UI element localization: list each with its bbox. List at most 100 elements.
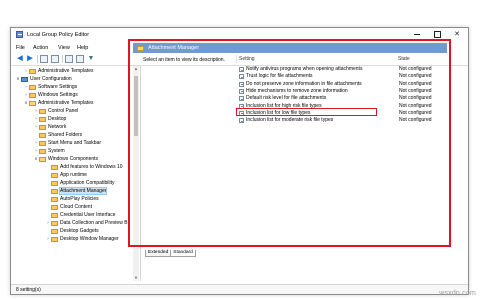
tree-item-label: Data Collection and Preview B bbox=[60, 220, 128, 226]
setting-highlight-box bbox=[236, 108, 377, 116]
setting-name: Default risk level for file attachments bbox=[246, 95, 327, 102]
folder-icon bbox=[29, 92, 36, 98]
setting-name: Hide mechanisms to remove zone informati… bbox=[246, 87, 348, 94]
window-title: Local Group Policy Editor bbox=[27, 32, 90, 38]
policy-setting-icon bbox=[239, 118, 244, 124]
folder-icon bbox=[51, 228, 58, 234]
setting-name: Notify antivirus programs when opening a… bbox=[246, 66, 363, 72]
filter-icon[interactable]: ▼ bbox=[87, 55, 95, 63]
tree-item-label: System bbox=[48, 148, 65, 154]
folder-icon bbox=[51, 188, 58, 194]
setting-state: Not configured bbox=[399, 109, 432, 116]
tree-item-label: Software Settings bbox=[38, 84, 78, 90]
status-text: 8 setting(s) bbox=[16, 287, 41, 293]
scroll-down-icon[interactable]: ▼ bbox=[133, 275, 139, 281]
folder-icon bbox=[39, 156, 46, 162]
setting-row[interactable]: Default risk level for file attachments N… bbox=[239, 95, 451, 102]
tree-item[interactable]: Cloud Content bbox=[45, 203, 92, 211]
tree-item-label: Administrative Templates bbox=[38, 68, 94, 74]
tree-item[interactable]: ∨ Windows Components bbox=[33, 155, 98, 163]
setting-name: Do not preserve zone information in file… bbox=[246, 80, 362, 87]
tree-item-label: Windows Settings bbox=[38, 92, 78, 98]
group-policy-app-icon bbox=[16, 31, 23, 38]
folder-icon bbox=[39, 124, 46, 130]
user-config-icon bbox=[21, 76, 28, 82]
setting-state: Not configured bbox=[399, 102, 432, 109]
tree-item-label: Start Menu and Taskbar bbox=[48, 140, 101, 146]
tree-item[interactable]: › System bbox=[33, 147, 65, 155]
tree-item-label: Desktop Window Manager bbox=[60, 236, 119, 242]
help-icon[interactable] bbox=[76, 55, 84, 63]
folder-icon bbox=[51, 236, 58, 242]
tree-item-label: Application Compatibility bbox=[60, 180, 115, 186]
tree-item[interactable]: › Windows Settings bbox=[23, 91, 78, 99]
setting-row[interactable]: Trust logic for file attachments Not conf… bbox=[239, 73, 451, 80]
setting-state: Not configured bbox=[399, 95, 432, 102]
menu-view[interactable]: View bbox=[58, 45, 70, 51]
tree-item[interactable]: App runtime bbox=[45, 171, 87, 179]
tree-item-label: Shared Folders bbox=[48, 132, 83, 138]
setting-row[interactable]: Do not preserve zone information in file… bbox=[239, 81, 451, 88]
tree-item-label: AutoPlay Policies bbox=[60, 196, 99, 202]
tree-item[interactable]: › Administrative Templates bbox=[23, 67, 94, 75]
folder-icon bbox=[51, 172, 58, 178]
tree-item-label: Windows Components bbox=[48, 156, 99, 162]
column-header-state[interactable]: State bbox=[398, 56, 410, 62]
tree-item[interactable]: › Data Collection and Preview B bbox=[45, 219, 128, 227]
folder-icon bbox=[39, 108, 46, 114]
menu-action[interactable]: Action bbox=[33, 45, 48, 51]
tree-item[interactable]: AutoPlay Policies bbox=[45, 195, 99, 203]
properties-icon[interactable] bbox=[51, 55, 59, 63]
policy-setting-icon bbox=[239, 96, 244, 102]
setting-name: Trust logic for file attachments bbox=[246, 73, 313, 80]
tree-item[interactable]: › Network bbox=[33, 123, 66, 131]
tree-item[interactable]: Shared Folders bbox=[33, 131, 82, 139]
description-text: Select an item to view its description. bbox=[143, 57, 225, 63]
tree-item[interactable]: Desktop Gadgets bbox=[45, 227, 99, 235]
tree-item[interactable]: ∨ User Configuration bbox=[15, 75, 71, 83]
folder-icon bbox=[29, 100, 36, 106]
tree-item[interactable]: Credential User Interface bbox=[45, 211, 116, 219]
setting-row[interactable]: Hide mechanisms to remove zone informati… bbox=[239, 88, 451, 95]
tab-extended[interactable]: Extended bbox=[145, 250, 172, 257]
tree-item-label: App runtime bbox=[60, 172, 87, 178]
tree-item[interactable]: › Control Panel bbox=[33, 107, 78, 115]
setting-state: Not configured bbox=[399, 80, 432, 87]
tree-item[interactable]: › Desktop Window Manager bbox=[45, 235, 119, 243]
forward-arrow-icon[interactable]: ▶ bbox=[26, 55, 34, 63]
minimize-icon bbox=[414, 33, 420, 35]
folder-icon bbox=[51, 204, 58, 210]
folder-icon bbox=[39, 140, 46, 146]
menu-file[interactable]: File bbox=[16, 45, 25, 51]
policy-setting-icon bbox=[239, 88, 244, 94]
tree-item-label: Network bbox=[48, 124, 67, 130]
tree-item-label: Attachment Manager bbox=[58, 187, 108, 195]
folder-icon bbox=[51, 180, 58, 186]
tree-item[interactable]: Application Compatibility bbox=[45, 179, 114, 187]
tree-item[interactable]: ∨ Administrative Templates bbox=[23, 99, 93, 107]
folder-icon bbox=[39, 132, 46, 138]
tree-item-label: Control Panel bbox=[48, 108, 79, 114]
policy-setting-icon bbox=[239, 67, 244, 72]
folder-icon bbox=[29, 84, 36, 90]
tree-item[interactable]: Add features to Windows 10 bbox=[45, 163, 123, 171]
watermark: wsxdn.com bbox=[439, 290, 476, 297]
column-divider[interactable] bbox=[236, 55, 237, 63]
tree-item[interactable]: Attachment Manager bbox=[45, 187, 108, 195]
export-list-icon[interactable] bbox=[65, 55, 73, 63]
tree-item-label: Desktop bbox=[48, 116, 67, 122]
show-hide-tree-icon[interactable] bbox=[40, 55, 48, 63]
back-arrow-icon[interactable]: ◀ bbox=[16, 55, 24, 63]
tree-item[interactable]: › Software Settings bbox=[23, 83, 77, 91]
setting-row[interactable]: Inclusion list for moderate risk file ty… bbox=[239, 117, 451, 124]
policy-setting-icon bbox=[239, 74, 244, 80]
folder-icon bbox=[51, 212, 58, 218]
tree-item[interactable]: › Start Menu and Taskbar bbox=[33, 139, 101, 147]
folder-icon bbox=[29, 68, 36, 74]
menu-help[interactable]: Help bbox=[77, 45, 88, 51]
tree-item[interactable]: › Desktop bbox=[33, 115, 66, 123]
setting-row[interactable]: Notify antivirus programs when opening a… bbox=[239, 66, 451, 73]
setting-state: Not configured bbox=[399, 66, 432, 72]
tab-standard[interactable]: Standard bbox=[170, 250, 196, 257]
column-header-setting[interactable]: Setting bbox=[239, 56, 255, 62]
